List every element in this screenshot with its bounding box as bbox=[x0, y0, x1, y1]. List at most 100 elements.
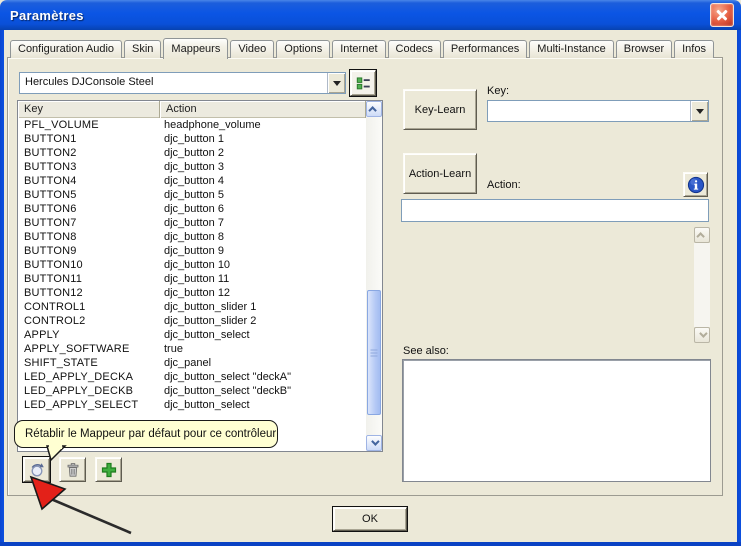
cell-action: djc_button 2 bbox=[164, 146, 224, 160]
table-row[interactable]: LED_APPLY_DECKAdjc_button_select "deckA" bbox=[18, 370, 366, 384]
table-row[interactable]: BUTTON5djc_button 5 bbox=[18, 188, 366, 202]
controller-dropdown-button[interactable] bbox=[327, 73, 345, 93]
cell-key: BUTTON3 bbox=[24, 160, 77, 174]
tab-internet[interactable]: Internet bbox=[332, 40, 385, 58]
tab-mappeurs[interactable]: Mappeurs bbox=[163, 38, 228, 59]
cell-key: BUTTON12 bbox=[24, 286, 83, 300]
table-row[interactable]: PFL_VOLUME headphone_volume bbox=[18, 118, 366, 132]
table-row[interactable]: BUTTON7 djc_button 7 bbox=[18, 216, 366, 230]
cell-key: BUTTON10 bbox=[24, 258, 83, 272]
cell-key: CONTROL2 bbox=[24, 314, 86, 328]
info-icon bbox=[687, 176, 705, 194]
chevron-up-icon bbox=[368, 106, 376, 114]
cell-action: djc_button 4 bbox=[164, 174, 224, 188]
scrollbar-track[interactable] bbox=[694, 243, 710, 327]
controller-select-value: Hercules DJConsole Steel bbox=[20, 73, 327, 93]
cell-key: APPLY_SOFTWARE bbox=[24, 342, 130, 356]
close-button[interactable] bbox=[710, 3, 734, 27]
cell-action: true bbox=[164, 342, 183, 356]
table-row[interactable]: CONTROL1djc_button_slider 1 bbox=[18, 300, 366, 314]
window-title: Paramètres bbox=[0, 8, 84, 23]
key-select[interactable] bbox=[487, 100, 709, 122]
mapper-details-button[interactable] bbox=[350, 70, 376, 96]
key-dropdown-button[interactable] bbox=[690, 101, 708, 121]
table-row[interactable]: LED_APPLY_DECKBdjc_button_select "deckB" bbox=[18, 384, 366, 398]
table-row[interactable]: BUTTON10djc_button 10 bbox=[18, 258, 366, 272]
mapping-list[interactable]: Key Action PFL_VOLUMEheadphone_volumeBUT… bbox=[17, 100, 383, 452]
key-select-value bbox=[488, 101, 690, 121]
cell-action: djc_button_slider 2 bbox=[164, 314, 256, 328]
tab-browser[interactable]: Browser bbox=[616, 40, 672, 58]
table-row[interactable]: APPLY_SOFTWARE true bbox=[18, 342, 366, 356]
controller-select[interactable]: Hercules DJConsole Steel bbox=[19, 72, 346, 94]
chevron-up-icon bbox=[696, 232, 704, 240]
tab-options[interactable]: Options bbox=[276, 40, 330, 58]
tab-configuration-audio[interactable]: Configuration Audio bbox=[10, 40, 122, 58]
cell-action: headphone_volume bbox=[164, 118, 261, 132]
cell-key: BUTTON8 bbox=[24, 230, 77, 244]
scroll-down-button[interactable] bbox=[366, 435, 382, 451]
table-row[interactable]: BUTTON6djc_button 6 bbox=[18, 202, 366, 216]
scroll-up-button[interactable] bbox=[366, 101, 382, 117]
action-input[interactable] bbox=[401, 199, 709, 222]
table-row[interactable]: APPLY djc_button_select bbox=[18, 328, 366, 342]
tab-multi-instance[interactable]: Multi-Instance bbox=[529, 40, 613, 58]
table-row[interactable]: BUTTON2djc_button 2 bbox=[18, 146, 366, 160]
table-row[interactable]: BUTTON3djc_button 3 bbox=[18, 160, 366, 174]
cell-key: APPLY bbox=[24, 328, 60, 342]
tooltip-balloon: Rétablir le Mappeur par défaut pour ce c… bbox=[14, 420, 278, 448]
cell-key: SHIFT_STATE bbox=[24, 356, 98, 370]
chevron-down-icon bbox=[696, 109, 704, 114]
cell-key: BUTTON11 bbox=[24, 272, 82, 286]
cell-action: djc_button 6 bbox=[164, 202, 224, 216]
action-learn-label: Action-Learn bbox=[409, 168, 471, 180]
mapper-table-body: PFL_VOLUME headphone_volumeBUTTON1djc_but… bbox=[18, 118, 366, 451]
scroll-up-button[interactable] bbox=[694, 227, 710, 243]
column-header-action[interactable]: Action bbox=[160, 101, 366, 118]
chevron-down-icon bbox=[333, 81, 341, 86]
cell-action: djc_button_select bbox=[164, 328, 250, 342]
action-info-button[interactable] bbox=[683, 172, 708, 197]
cell-key: CONTROL1 bbox=[24, 300, 86, 314]
cell-key: BUTTON4 bbox=[24, 174, 77, 188]
ok-button[interactable]: OK bbox=[333, 507, 407, 531]
table-row[interactable]: SHIFT_STATEdjc_panel bbox=[18, 356, 366, 370]
cell-action: djc_button 9 bbox=[164, 244, 224, 258]
tab-performances[interactable]: Performances bbox=[443, 40, 527, 58]
cell-key: BUTTON7 bbox=[24, 216, 77, 230]
cell-action: djc_button_select "deckA" bbox=[164, 370, 291, 384]
title-bar[interactable]: Paramètres bbox=[0, 0, 741, 30]
pointer-cursor bbox=[25, 475, 140, 537]
table-row[interactable]: BUTTON12djc_button 12 bbox=[18, 286, 366, 300]
scrollbar-thumb[interactable] bbox=[367, 290, 381, 415]
chevron-down-icon bbox=[371, 437, 379, 445]
cell-action: djc_button 7 bbox=[164, 216, 224, 230]
cell-key: PFL_VOLUME bbox=[24, 118, 99, 132]
table-row[interactable]: BUTTON9djc_button 9 bbox=[18, 244, 366, 258]
table-row[interactable]: BUTTON4 djc_button 4 bbox=[18, 174, 366, 188]
tooltip-text: Rétablir le Mappeur par défaut pour ce c… bbox=[25, 428, 276, 440]
tab-infos[interactable]: Infos bbox=[674, 40, 714, 58]
table-row[interactable]: BUTTON8djc_button 8 bbox=[18, 230, 366, 244]
cell-action: djc_button 5 bbox=[164, 188, 224, 202]
table-row[interactable]: BUTTON1djc_button 1 bbox=[18, 132, 366, 146]
key-learn-button[interactable]: Key-Learn bbox=[403, 89, 477, 130]
tab-video[interactable]: Video bbox=[230, 40, 274, 58]
description-scrollbar[interactable] bbox=[694, 227, 710, 343]
tab-codecs[interactable]: Codecs bbox=[388, 40, 441, 58]
action-learn-button[interactable]: Action-Learn bbox=[403, 153, 477, 194]
cell-action: djc_button 1 bbox=[164, 132, 224, 146]
table-row[interactable]: LED_APPLY_SELECTdjc_button_select bbox=[18, 398, 366, 412]
ok-label: OK bbox=[362, 513, 378, 525]
scrollbar-track[interactable] bbox=[366, 117, 382, 435]
window-border-bottom bbox=[0, 542, 741, 546]
mapping-list-scrollbar[interactable] bbox=[366, 101, 382, 451]
close-icon bbox=[711, 4, 733, 26]
scroll-down-button[interactable] bbox=[694, 327, 710, 343]
column-header-key[interactable]: Key bbox=[18, 101, 160, 118]
tab-page-mappeurs: Hercules DJConsole Steel Key Action PFL_… bbox=[7, 57, 723, 496]
table-row[interactable]: BUTTON11djc_button 11 bbox=[18, 272, 366, 286]
see-also-list[interactable] bbox=[402, 359, 711, 482]
table-row[interactable]: CONTROL2 djc_button_slider 2 bbox=[18, 314, 366, 328]
tab-skin[interactable]: Skin bbox=[124, 40, 161, 58]
